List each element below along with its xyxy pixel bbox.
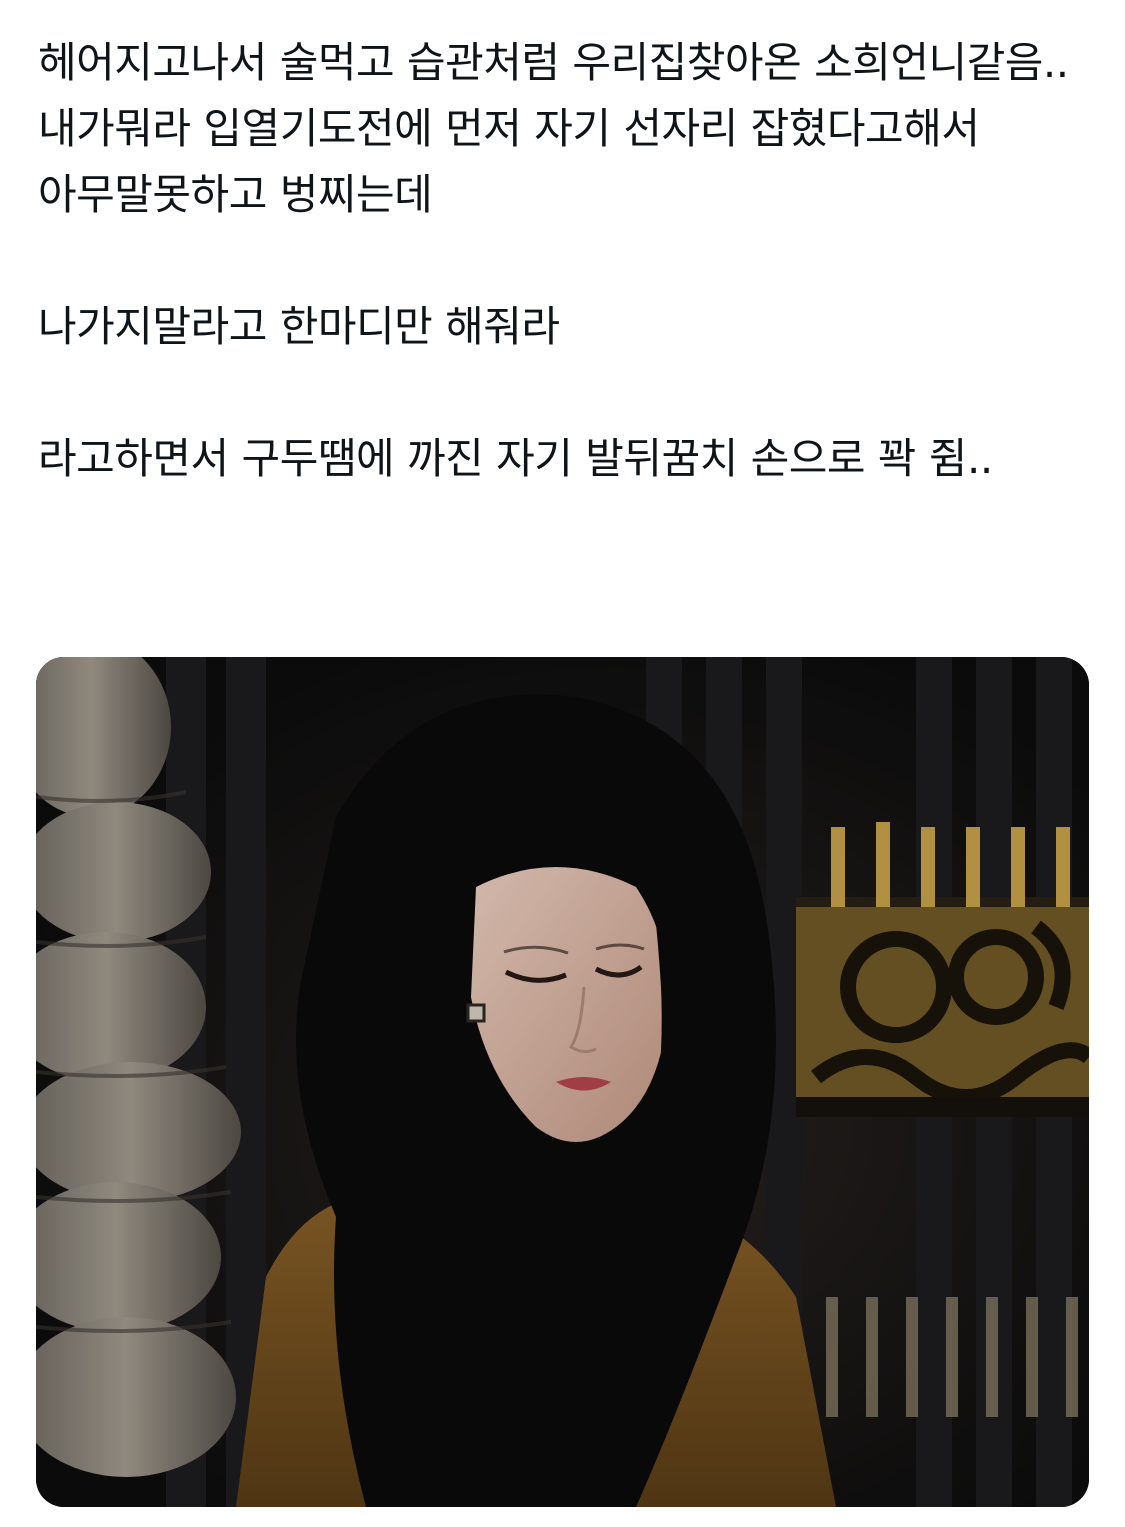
tweet-paragraph-3: 라고하면서 구두땜에 까진 자기 발뒤꿈치 손으로 꽉 쥠.. — [38, 434, 993, 483]
tweet-paragraph-2: 나가지말라고 한마디만 해줘라 — [38, 302, 560, 351]
photo-illustration — [36, 657, 1089, 1507]
tweet-text: 헤어지고나서 술먹고 습관처럼 우리집찾아온 소희언니같음.. 내가뭐라 입열기… — [38, 30, 1088, 492]
tweet-paragraph-1: 헤어지고나서 술먹고 습관처럼 우리집찾아온 소희언니같음.. 내가뭐라 입열기… — [38, 38, 1069, 219]
attached-photo[interactable] — [36, 657, 1089, 1507]
